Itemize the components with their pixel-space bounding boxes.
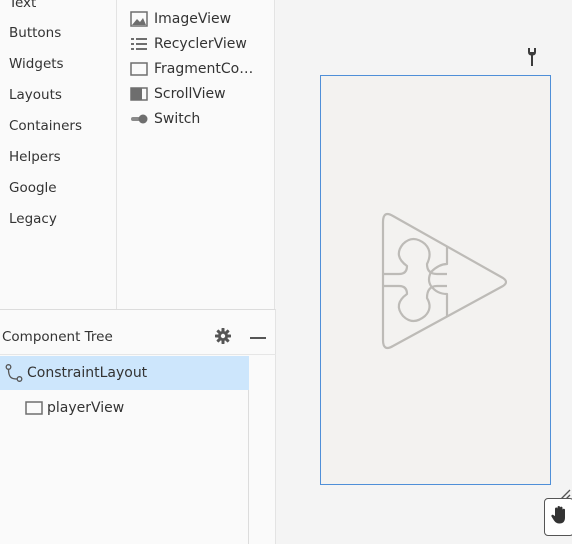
device-preview[interactable] <box>320 75 551 485</box>
view-icon <box>23 397 45 419</box>
widget-scrollview[interactable]: ScrollView <box>129 84 226 104</box>
hand-icon <box>550 505 568 529</box>
scrollview-icon <box>129 84 149 104</box>
palette-categories: Text Buttons Widgets Layouts Containers … <box>0 0 117 309</box>
palette-widgets: ImageView RecyclerView FragmentCo… Scrol… <box>117 0 275 309</box>
category-helpers[interactable]: Helpers <box>9 149 61 165</box>
widget-imageview[interactable]: ImageView <box>129 9 231 29</box>
minimize-icon[interactable] <box>250 337 266 339</box>
component-tree-header: Component Tree <box>0 310 276 355</box>
constraint-layout-icon <box>3 362 25 384</box>
category-widgets[interactable]: Widgets <box>9 56 64 72</box>
puzzle-play-icon <box>379 206 508 356</box>
category-legacy[interactable]: Legacy <box>9 211 57 227</box>
widget-label: FragmentCo… <box>154 61 254 77</box>
widget-label: ScrollView <box>154 86 226 102</box>
tree-item-label: playerView <box>47 400 125 416</box>
component-tree-title: Component Tree <box>2 329 113 345</box>
tree-item-label: ConstraintLayout <box>27 365 148 381</box>
widget-fragmentcontainer[interactable]: FragmentCo… <box>129 59 253 79</box>
widget-label: RecyclerView <box>154 36 247 52</box>
category-text[interactable]: Text <box>9 0 36 11</box>
list-icon <box>129 34 149 54</box>
category-layouts[interactable]: Layouts <box>9 87 62 103</box>
design-surface[interactable] <box>276 0 572 544</box>
widget-label: ImageView <box>154 11 232 27</box>
switch-icon <box>129 109 149 129</box>
pan-hand-button[interactable] <box>544 498 572 536</box>
category-google[interactable]: Google <box>9 180 57 196</box>
tree-item-constraintlayout[interactable]: ConstraintLayout <box>0 356 249 390</box>
category-buttons[interactable]: Buttons <box>9 25 61 41</box>
gear-icon[interactable] <box>214 327 232 345</box>
component-tree-list: ConstraintLayout playerView <box>0 356 249 544</box>
wrench-icon[interactable] <box>526 47 538 67</box>
tree-item-playerview[interactable]: playerView <box>0 391 249 425</box>
fragment-icon <box>129 59 149 79</box>
widget-recyclerview[interactable]: RecyclerView <box>129 34 247 54</box>
widget-switch[interactable]: Switch <box>129 109 200 129</box>
widget-label: Switch <box>154 111 201 127</box>
category-containers[interactable]: Containers <box>9 118 82 134</box>
image-icon <box>129 9 149 29</box>
component-tree-panel: Component Tree ConstraintLayout playerVi… <box>0 309 276 544</box>
